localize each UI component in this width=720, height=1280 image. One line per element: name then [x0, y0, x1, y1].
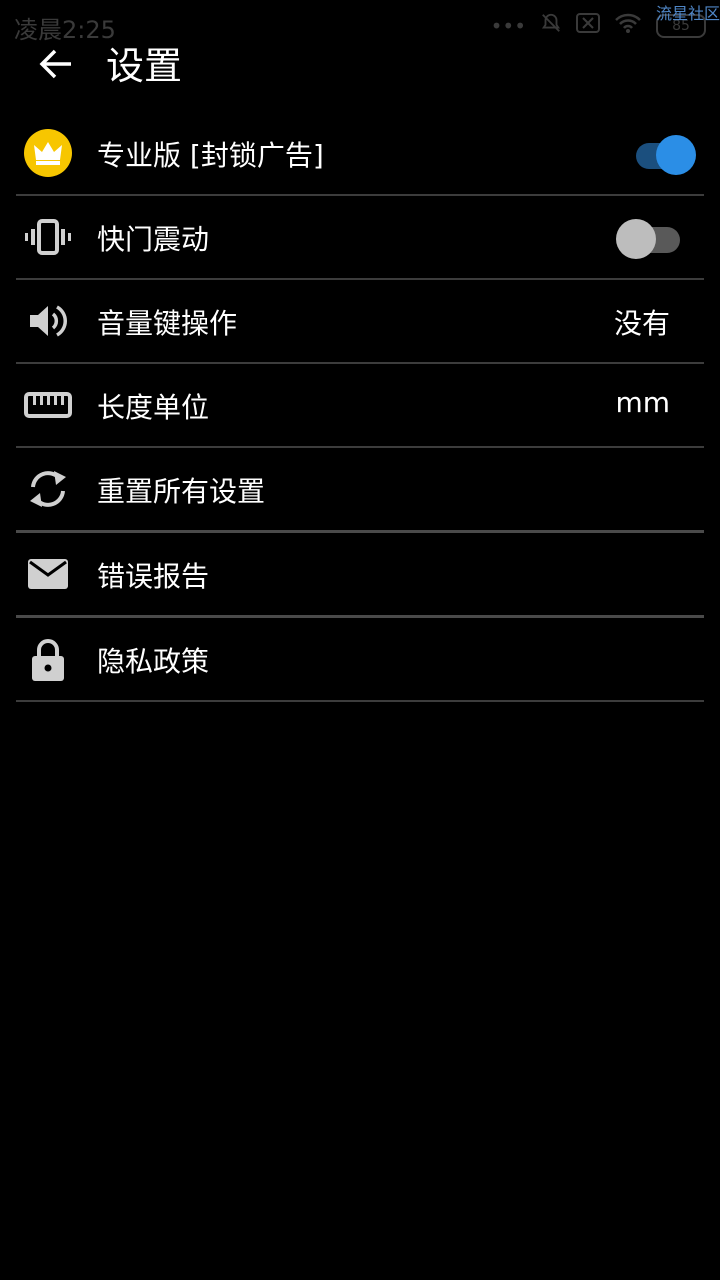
crown-icon — [24, 129, 72, 177]
mail-icon — [24, 550, 72, 598]
watermark: 流星社区 — [655, 4, 720, 23]
setting-label: 快门震动 — [97, 223, 210, 256]
setting-length-unit[interactable]: 长度单位 mm — [16, 364, 704, 448]
setting-label: 错误报告 — [97, 560, 210, 593]
setting-bug-report[interactable]: 错误报告 — [16, 533, 704, 618]
vibrate-icon — [24, 213, 72, 261]
setting-privacy-policy[interactable]: 隐私政策 — [16, 618, 704, 702]
setting-value: 没有 — [613, 307, 670, 340]
switch-thumb — [656, 135, 696, 175]
reset-icon — [24, 465, 72, 513]
switch-thumb — [616, 219, 656, 259]
setting-label: 重置所有设置 — [97, 475, 266, 508]
shutter-vibration-switch[interactable] — [616, 218, 682, 259]
setting-volume-key[interactable]: 音量键操作 没有 — [16, 280, 704, 364]
setting-pro-version[interactable]: 专业版 [封锁广告] — [16, 112, 704, 196]
back-button[interactable] — [30, 38, 82, 90]
setting-label: 长度单位 — [97, 391, 210, 424]
lock-icon — [24, 635, 72, 683]
setting-label: 音量键操作 — [97, 307, 238, 340]
setting-label: 隐私政策 — [97, 645, 210, 678]
app-bar: 设置 — [0, 30, 720, 90]
setting-value: mm — [615, 386, 670, 419]
setting-shutter-vibration[interactable]: 快门震动 — [16, 196, 704, 280]
setting-reset-all[interactable]: 重置所有设置 — [16, 448, 704, 533]
setting-label: 专业版 [封锁广告] — [97, 139, 324, 172]
arrow-left-icon — [39, 49, 71, 79]
pro-version-switch[interactable] — [630, 134, 696, 175]
volume-icon — [24, 297, 72, 345]
settings-list: 专业版 [封锁广告] 快门震动 音量键操作 没有 长度单位 mm 重置所有设置 … — [16, 112, 704, 702]
ruler-icon — [24, 381, 72, 429]
page-title: 设置 — [106, 44, 183, 88]
